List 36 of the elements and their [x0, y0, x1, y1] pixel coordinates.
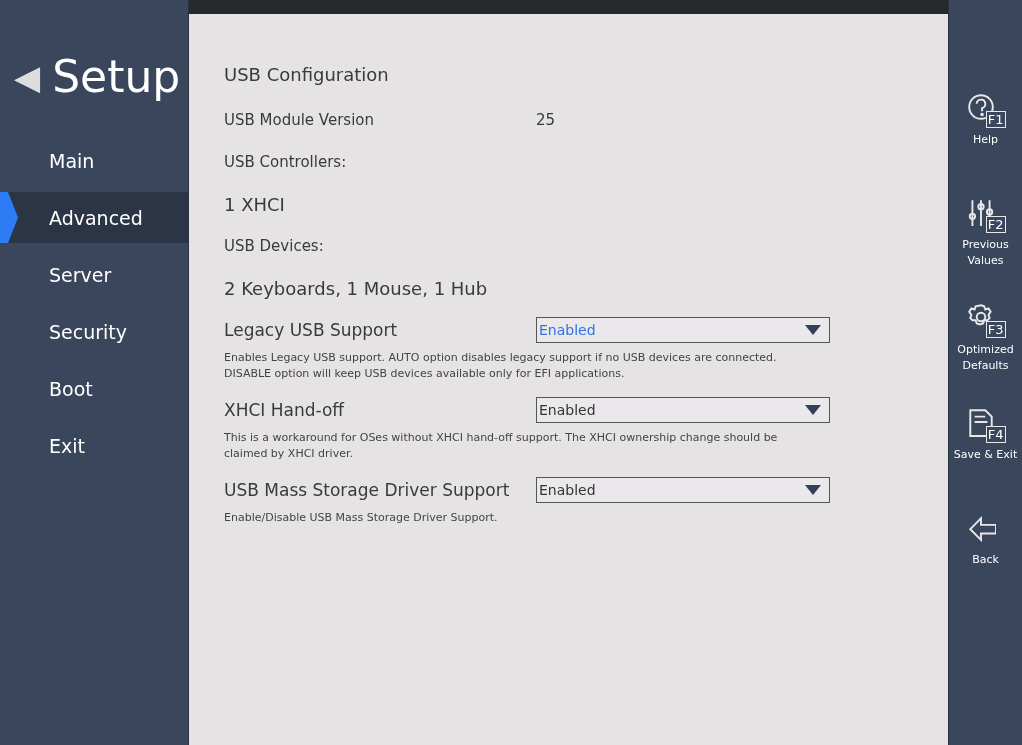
function-key-button[interactable]: F3 Optimized Defaults [949, 302, 1022, 407]
setting-description: This is a workaround for OSes without XHCI hand-off support. The XHCI ownership change should be claimed by XHCI driver. [224, 430, 779, 462]
function-key-button[interactable]: F2 Previous Values [949, 197, 1022, 302]
dropdown[interactable]: Enabled [536, 397, 830, 423]
caret-icon [805, 325, 821, 335]
setting-label: XHCI Hand-off [224, 400, 346, 420]
back-arrow-icon[interactable]: ◀ [14, 60, 41, 94]
sidebar-item[interactable]: Main [0, 132, 188, 189]
key-badge: F2 [985, 216, 1006, 233]
sidebar-item[interactable]: Boot [0, 360, 188, 417]
setting-description: Enables Legacy USB support. AUTO option disables legacy support if no USB devices are connected. DISABLE option will keep USB devices available only for EFI applications. [224, 350, 778, 382]
dropdown[interactable]: Enabled [536, 317, 830, 343]
info-label: USB Module Version [224, 111, 376, 129]
info-value: 1 XHCI [224, 193, 285, 215]
info-label: USB Devices: [224, 237, 324, 255]
setting-label: Legacy USB Support [224, 320, 399, 340]
sidebar-item[interactable]: Exit [0, 417, 188, 474]
setting-label: USB Mass Storage Driver Support [224, 480, 511, 500]
caret-icon [805, 405, 821, 415]
function-key-button[interactable]: F4 Save & Exit [949, 407, 1022, 512]
dropdown[interactable]: Enabled [536, 477, 830, 503]
section-heading: USB Configuration [224, 64, 390, 87]
info-label: USB Controllers: [224, 153, 347, 171]
info-value: 25 [536, 111, 556, 129]
setup-title: Setup [52, 55, 181, 99]
key-badge: F4 [985, 426, 1006, 443]
caret-icon [805, 485, 821, 495]
sidebar-item[interactable]: Advanced [0, 192, 188, 243]
key-badge: F1 [985, 111, 1006, 128]
info-value: 2 Keyboards, 1 Mouse, 1 Hub [224, 277, 488, 299]
sidebar-item[interactable]: Server [0, 246, 188, 303]
function-key-button[interactable]: F1 Help [949, 92, 1022, 197]
setting-description: Enable/Disable USB Mass Storage Driver Support. [224, 510, 499, 526]
key-badge: F3 [985, 321, 1006, 338]
sidebar-item[interactable]: Security [0, 303, 188, 360]
function-key-button[interactable]: Back [949, 512, 1022, 617]
